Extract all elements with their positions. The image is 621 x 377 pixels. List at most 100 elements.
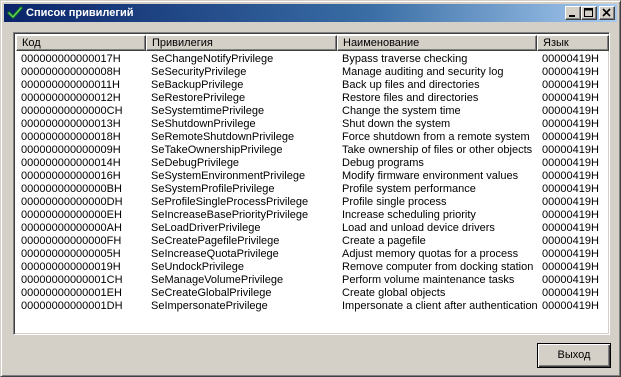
cell-name: Restore files and directories [342, 92, 479, 104]
cell-language: 00000419H [542, 105, 599, 117]
cell-code: 000000000000012H [21, 92, 121, 104]
close-button[interactable] [599, 6, 615, 20]
cell-language: 00000419H [542, 209, 599, 221]
cell-code: 00000000000000AH [21, 222, 122, 234]
cell-language: 00000419H [542, 144, 599, 156]
column-header-code[interactable]: Код [16, 35, 146, 51]
cell-name: Remove computer from docking station [342, 261, 534, 273]
cell-code: 00000000000001DH [21, 300, 123, 312]
table-row[interactable]: 000000000000019H SeUndockPrivilege Remove … [16, 261, 609, 274]
cell-language: 00000419H [542, 92, 599, 104]
close-icon [602, 8, 611, 17]
cell-language: 00000419H [542, 261, 599, 273]
cell-code: 00000000000000FH [21, 235, 122, 247]
cell-name: Profile single process [342, 196, 447, 208]
table-row[interactable]: 000000000000016H SeSystemEnvironmentPrivi… [16, 170, 609, 183]
maximize-button[interactable] [581, 6, 597, 20]
privileges-window: Список привилегий Код Привилегия Наимено… [0, 0, 621, 377]
cell-name: Impersonate a client after authenticatio… [342, 300, 537, 312]
cell-name: Perform volume maintenance tasks [342, 274, 515, 286]
table-row[interactable]: 00000000000000BH SeSystemProfilePrivilege… [16, 183, 609, 196]
exit-button[interactable]: Выход [537, 343, 611, 368]
cell-name: Bypass traverse checking [342, 53, 468, 65]
cell-code: 000000000000016H [21, 170, 121, 182]
cell-code: 000000000000014H [21, 157, 121, 169]
title-bar[interactable]: Список привилегий [4, 4, 617, 22]
cell-privilege: SeImpersonatePrivilege [151, 300, 268, 312]
cell-name: Adjust memory quotas for a process [342, 248, 519, 260]
cell-language: 00000419H [542, 248, 599, 260]
table-row[interactable]: 00000000000000AH SeLoadDriverPrivilege Loa… [16, 222, 609, 235]
cell-name: Force shutdown from a remote system [342, 131, 530, 143]
table-row[interactable]: 000000000000005H SeIncreaseQuotaPrivilege… [16, 248, 609, 261]
cell-privilege: SeLoadDriverPrivilege [151, 222, 261, 234]
cell-language: 00000419H [542, 66, 599, 78]
cell-privilege: SeTakeOwnershipPrivilege [151, 144, 283, 156]
cell-privilege: SeShutdownPrivilege [151, 118, 256, 130]
list-header: Код Привилегия Наименование Язык [16, 35, 609, 51]
table-row[interactable]: 00000000000000EH SeIncreaseBasePriorityPr… [16, 209, 609, 222]
list-rows: 000000000000017H SeChangeNotifyPrivilege B… [16, 53, 609, 313]
cell-name: Load and unload device drivers [342, 222, 495, 234]
cell-name: Modify firmware environment values [342, 170, 519, 182]
privileges-list[interactable]: Код Привилегия Наименование Язык 0000000… [13, 32, 610, 335]
checkmark-icon [7, 6, 23, 19]
cell-privilege: SeUndockPrivilege [151, 261, 244, 273]
cell-privilege: SeSystemEnvironmentPrivilege [151, 170, 306, 182]
cell-language: 00000419H [542, 222, 599, 234]
table-row[interactable]: 000000000000014H SeDebugPrivilege Debug pr… [16, 157, 609, 170]
column-header-language[interactable]: Язык [537, 35, 609, 51]
cell-language: 00000419H [542, 274, 599, 286]
cell-name: Take ownership of files or other objects [342, 144, 533, 156]
cell-code: 00000000000000BH [21, 183, 122, 195]
cell-code: 000000000000019H [21, 261, 121, 273]
cell-privilege: SeRestorePrivilege [151, 92, 246, 104]
table-row[interactable]: 00000000000000DH SeProfileSingleProcessPr… [16, 196, 609, 209]
cell-code: 000000000000008H [21, 66, 121, 78]
cell-name: Increase scheduling priority [342, 209, 476, 221]
cell-language: 00000419H [542, 131, 599, 143]
cell-name: Profile system performance [342, 183, 476, 195]
table-row[interactable]: 00000000000001CH SeManageVolumePrivilege P… [16, 274, 609, 287]
cell-privilege: SeSecurityPrivilege [151, 66, 247, 78]
column-header-name[interactable]: Наименование [337, 35, 537, 51]
cell-privilege: SeManageVolumePrivilege [151, 274, 284, 286]
cell-name: Manage auditing and security log [342, 66, 504, 78]
cell-name: Shut down the system [342, 118, 451, 130]
cell-language: 00000419H [542, 235, 599, 247]
cell-name: Create global objects [342, 287, 446, 299]
column-header-privilege[interactable]: Привилегия [146, 35, 337, 51]
cell-code: 000000000000017H [21, 53, 121, 65]
cell-privilege: SeSystemtimePrivilege [151, 105, 265, 117]
cell-name: Back up files and directories [342, 79, 480, 91]
cell-language: 00000419H [542, 170, 599, 182]
table-row[interactable]: 000000000000008H SeSecurityPrivilege Manag… [16, 66, 609, 79]
table-row[interactable]: 000000000000018H SeRemoteShutdownPrivileg… [16, 131, 609, 144]
table-row[interactable]: 000000000000009H SeTakeOwnershipPrivilege… [16, 144, 609, 157]
cell-code: 000000000000011H [21, 79, 120, 91]
cell-code: 000000000000013H [21, 118, 121, 130]
cell-code: 00000000000000CH [21, 105, 123, 117]
maximize-icon [584, 8, 593, 17]
cell-language: 00000419H [542, 196, 599, 208]
minimize-icon [569, 15, 575, 17]
table-row[interactable]: 00000000000000CH SeSystemtimePrivilege Cha… [16, 105, 609, 118]
cell-privilege: SeDebugPrivilege [151, 157, 240, 169]
cell-code: 000000000000009H [21, 144, 121, 156]
cell-privilege: SeRemoteShutdownPrivilege [151, 131, 295, 143]
window-title: Список привилегий [26, 7, 134, 19]
cell-language: 00000419H [542, 287, 599, 299]
table-row[interactable]: 000000000000011H SeBackupPrivilege Back up… [16, 79, 609, 92]
cell-privilege: SeSystemProfilePrivilege [151, 183, 275, 195]
table-row[interactable]: 000000000000012H SeRestorePrivilege Restor… [16, 92, 609, 105]
cell-name: Debug programs [342, 157, 424, 169]
table-row[interactable]: 00000000000001DH SeImpersonatePrivilege Im… [16, 300, 609, 313]
table-row[interactable]: 000000000000013H SeShutdownPrivilege Shut … [16, 118, 609, 131]
table-row[interactable]: 000000000000017H SeChangeNotifyPrivilege B… [16, 53, 609, 66]
cell-code: 00000000000001EH [21, 287, 122, 299]
table-row[interactable]: 00000000000001EH SeCreateGlobalPrivilege C… [16, 287, 609, 300]
minimize-button[interactable] [565, 6, 581, 20]
cell-language: 00000419H [542, 183, 599, 195]
table-row[interactable]: 00000000000000FH SeCreatePagefilePrivileg… [16, 235, 609, 248]
cell-privilege: SeCreatePagefilePrivilege [151, 235, 280, 247]
